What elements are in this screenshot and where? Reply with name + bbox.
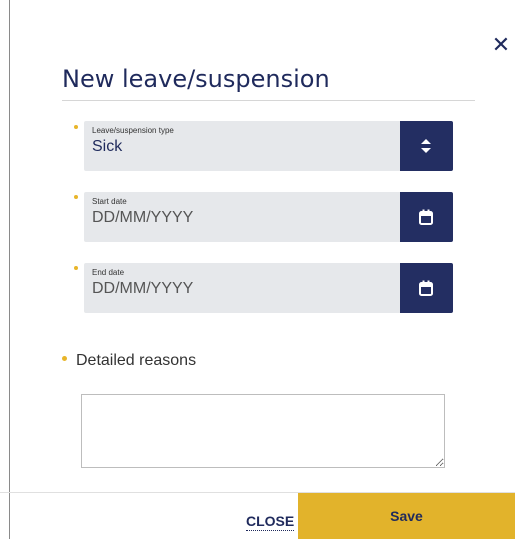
end-date-calendar-button[interactable] bbox=[400, 263, 453, 313]
required-indicator bbox=[62, 356, 67, 362]
end-date-input[interactable]: DD/MM/YYYY bbox=[92, 279, 193, 299]
required-indicator bbox=[74, 125, 78, 129]
required-indicator bbox=[74, 266, 78, 270]
close-icon[interactable]: ✕ bbox=[490, 34, 512, 56]
calendar-icon bbox=[419, 209, 433, 225]
leave-type-dropdown-button[interactable] bbox=[400, 121, 453, 171]
start-date-input[interactable]: DD/MM/YYYY bbox=[92, 208, 193, 228]
save-button[interactable]: Save bbox=[298, 493, 515, 539]
start-date-field[interactable]: Start date DD/MM/YYYY bbox=[84, 192, 453, 242]
calendar-icon bbox=[419, 280, 433, 296]
leave-type-label: Leave/suspension type bbox=[92, 126, 174, 135]
start-date-calendar-button[interactable] bbox=[400, 192, 453, 242]
required-indicator bbox=[74, 195, 78, 199]
dialog-title: New leave/suspension bbox=[62, 65, 330, 93]
leave-type-select[interactable]: Leave/suspension type Sick bbox=[84, 121, 453, 171]
title-divider bbox=[62, 100, 475, 101]
reasons-textarea[interactable] bbox=[81, 394, 445, 468]
window-left-edge bbox=[9, 0, 10, 539]
end-date-field[interactable]: End date DD/MM/YYYY bbox=[84, 263, 453, 313]
sort-arrows-icon bbox=[421, 139, 431, 153]
close-button[interactable]: CLOSE bbox=[246, 512, 295, 531]
reasons-label-row: Detailed reasons bbox=[62, 350, 196, 372]
leave-type-value: Sick bbox=[92, 138, 123, 155]
start-date-label: Start date bbox=[92, 197, 127, 206]
end-date-label: End date bbox=[92, 268, 125, 277]
reasons-label: Detailed reasons bbox=[76, 352, 197, 369]
